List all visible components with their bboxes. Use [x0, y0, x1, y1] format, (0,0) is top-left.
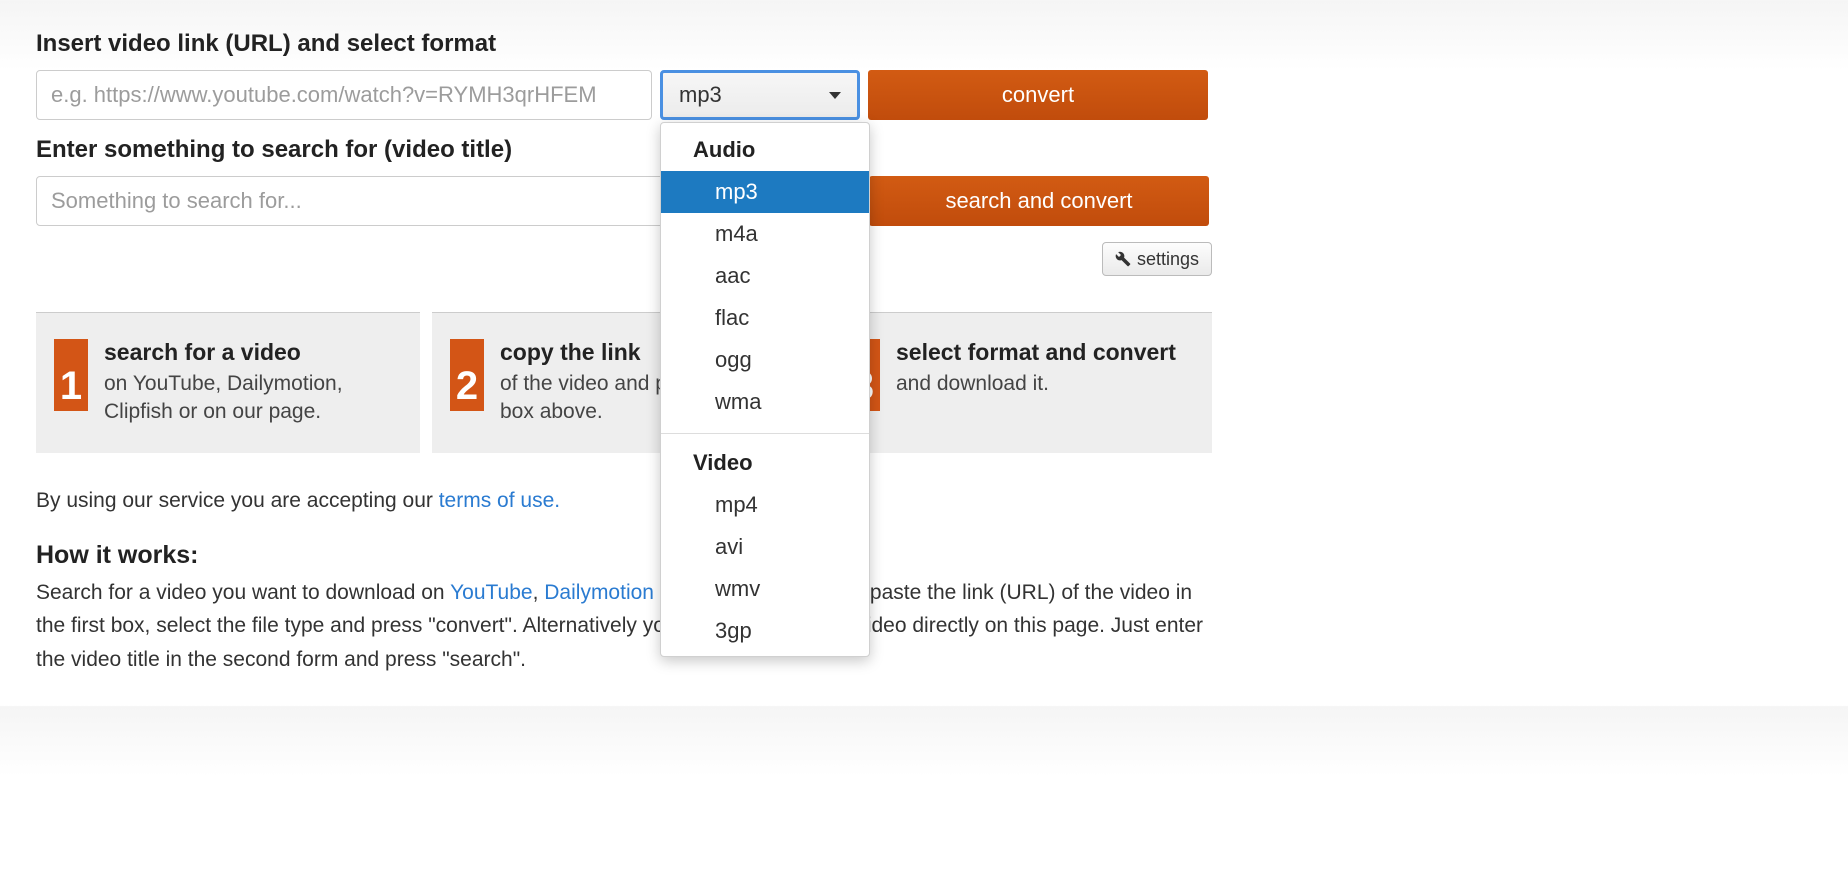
- step-3: 3select format and convertand download i…: [828, 312, 1212, 453]
- steps-container: 1 search for a video on YouTube, Dailymoti…: [36, 312, 1212, 453]
- convert-row: mp3 convert Audiomp3m4aaacflacoggwmaVide…: [36, 70, 1812, 120]
- step-desc: and download it.: [896, 370, 1194, 398]
- search-convert-button[interactable]: search and convert: [869, 176, 1209, 226]
- url-input[interactable]: [36, 70, 652, 120]
- settings-row: settings: [36, 242, 1212, 276]
- step-title: select format and convert: [896, 339, 1194, 366]
- search-section-label: Enter something to search for (video tit…: [36, 136, 1812, 164]
- how-link-youtube[interactable]: YouTube: [450, 581, 533, 604]
- dropdown-item-mp3[interactable]: mp3: [661, 171, 869, 213]
- dropdown-item-avi[interactable]: avi: [661, 526, 869, 568]
- step-content: select format and convert and download it…: [896, 339, 1194, 427]
- dropdown-group-label: Video: [661, 436, 869, 484]
- search-row: search and convert: [36, 176, 1812, 226]
- dropdown-divider: [661, 433, 869, 434]
- convert-button[interactable]: convert: [868, 70, 1208, 120]
- step-number: 2: [450, 339, 484, 411]
- settings-label: settings: [1137, 249, 1199, 270]
- how-it-works-text: Search for a video you want to download …: [36, 576, 1212, 677]
- step-number: 1: [54, 339, 88, 411]
- dropdown-item-aac[interactable]: aac: [661, 255, 869, 297]
- format-selected-value: mp3: [679, 82, 722, 108]
- step-title: search for a video: [104, 339, 402, 366]
- format-select[interactable]: mp3: [660, 70, 860, 120]
- step-desc: on YouTube, Dailymotion, Clipfish or on …: [104, 370, 402, 427]
- dropdown-item-mp4[interactable]: mp4: [661, 484, 869, 526]
- terms-prefix: By using our service you are accepting o…: [36, 489, 439, 512]
- dropdown-group-label: Audio: [661, 123, 869, 171]
- dropdown-item-wmv[interactable]: wmv: [661, 568, 869, 610]
- chevron-down-icon: [829, 92, 841, 99]
- url-section-label: Insert video link (URL) and select forma…: [36, 30, 1812, 58]
- dropdown-item-m4a[interactable]: m4a: [661, 213, 869, 255]
- format-dropdown: Audiomp3m4aaacflacoggwma Videomp4aviwmv3g…: [660, 122, 870, 657]
- dropdown-item-ogg[interactable]: ogg: [661, 339, 869, 381]
- step-content: search for a video on YouTube, Dailymotio…: [104, 339, 402, 427]
- how-link-dailymotion[interactable]: Dailymotion: [544, 581, 654, 604]
- settings-button[interactable]: settings: [1102, 242, 1212, 276]
- dropdown-item-flac[interactable]: flac: [661, 297, 869, 339]
- step-1: 1 search for a video on YouTube, Dailymoti…: [36, 312, 420, 453]
- wrench-icon: [1115, 251, 1131, 267]
- dropdown-item-wma[interactable]: wma: [661, 381, 869, 423]
- dropdown-item-3gp[interactable]: 3gp: [661, 610, 869, 652]
- terms-line: By using our service you are accepting o…: [36, 489, 1212, 513]
- terms-link[interactable]: terms of use.: [439, 489, 560, 512]
- how-it-works-title: How it works:: [36, 541, 1812, 570]
